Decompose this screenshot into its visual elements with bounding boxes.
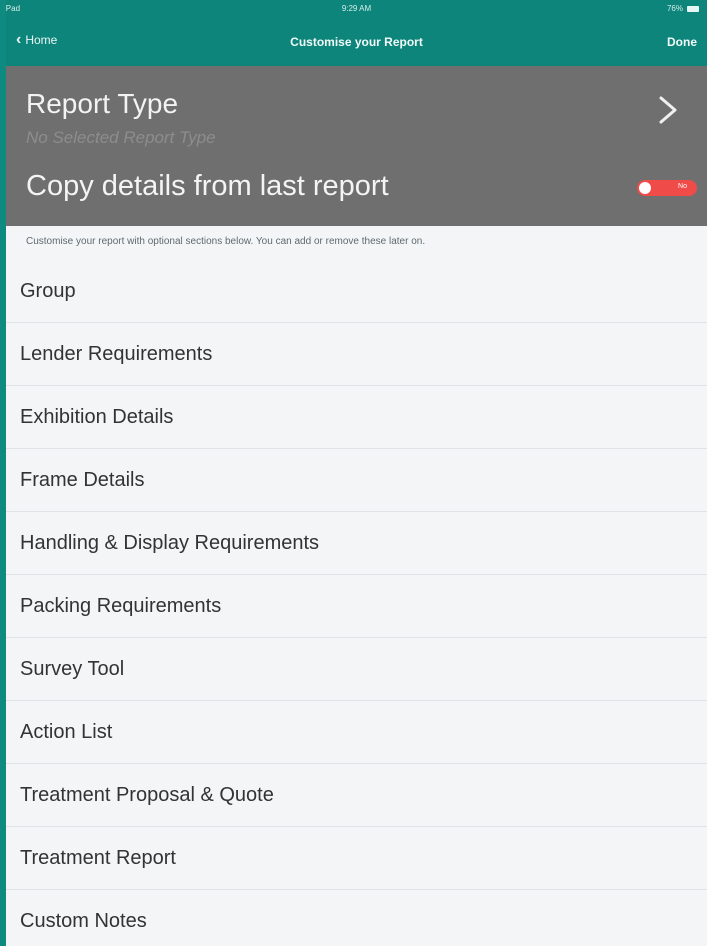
copy-details-label: Copy details from last report <box>26 170 389 202</box>
section-label: Handling & Display Requirements <box>20 532 320 554</box>
list-item[interactable]: Treatment Report <box>6 827 707 890</box>
list-item[interactable]: Survey Tool <box>6 638 707 701</box>
report-type-label: Report Type <box>26 88 179 119</box>
list-item[interactable]: Exhibition Details <box>6 386 707 449</box>
chevron-right-icon <box>659 96 677 124</box>
list-item[interactable]: Lender Requirements <box>6 323 707 386</box>
section-hint: Customise your report with optional sect… <box>26 236 426 247</box>
report-type-row[interactable]: Report Type No Selected Report Type <box>6 66 707 156</box>
list-item[interactable]: Treatment Proposal & Quote <box>6 764 707 827</box>
list-item[interactable]: Frame Details <box>6 449 707 512</box>
optional-sections-list: Group Lender Requirements Exhibition Det… <box>6 260 707 946</box>
battery-status: 76% <box>667 4 699 13</box>
battery-icon <box>687 5 699 12</box>
status-time: 9:29 AM <box>341 4 372 13</box>
status-bar: iPad 9:29 AM 76% <box>6 0 707 18</box>
toggle-knob <box>639 182 651 194</box>
list-item[interactable]: Custom Notes <box>6 890 707 946</box>
copy-details-toggle[interactable]: No <box>637 180 697 196</box>
navigation-bar: ‹ Home Customise your Report Done <box>6 18 707 66</box>
section-label: Custom Notes <box>20 910 147 932</box>
copy-details-row: Copy details from last report No <box>6 158 707 214</box>
page-title: Customise your Report <box>290 35 423 49</box>
toggle-state-label: No <box>678 183 687 190</box>
section-label: Exhibition Details <box>20 406 174 428</box>
section-label: Treatment Report <box>20 847 176 869</box>
section-label: Lender Requirements <box>20 343 213 365</box>
section-label: Survey Tool <box>20 658 125 680</box>
list-item[interactable]: Group <box>6 260 707 323</box>
section-label: Action List <box>20 721 113 743</box>
list-item[interactable]: Action List <box>6 701 707 764</box>
battery-percent: 76% <box>666 4 683 13</box>
list-item[interactable]: Handling & Display Requirements <box>6 512 707 575</box>
section-label: Packing Requirements <box>20 595 222 617</box>
section-label: Group <box>20 280 76 302</box>
done-button[interactable]: Done <box>667 35 697 49</box>
section-label: Treatment Proposal & Quote <box>20 784 274 806</box>
list-item[interactable]: Packing Requirements <box>6 575 707 638</box>
report-settings-panel: Report Type No Selected Report Type Copy… <box>6 66 707 226</box>
section-label: Frame Details <box>20 469 145 491</box>
report-type-value: No Selected Report Type <box>26 128 216 147</box>
app-frame: iPad 9:29 AM 76% ‹ Home Customise your R… <box>6 0 707 946</box>
